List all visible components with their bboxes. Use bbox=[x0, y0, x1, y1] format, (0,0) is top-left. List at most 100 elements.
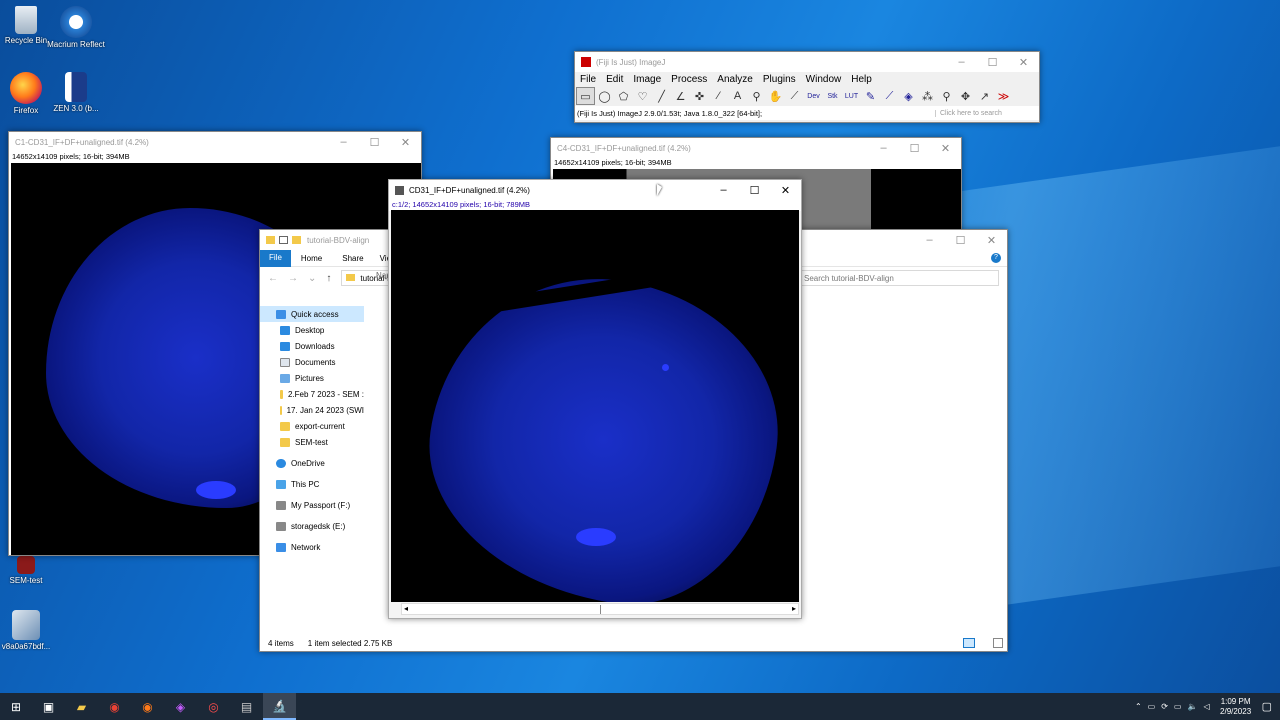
imagej-titlebar[interactable]: (Fiji Is Just) ImageJ – ☐ ✕ bbox=[575, 52, 1039, 72]
stk-tool-icon[interactable]: Stk bbox=[823, 87, 842, 105]
angle-tool-icon[interactable]: ∠ bbox=[671, 87, 690, 105]
scroll-right-icon[interactable]: ▸ bbox=[792, 604, 796, 613]
move-tool-icon[interactable]: ✥ bbox=[956, 87, 975, 105]
main-image-canvas[interactable] bbox=[391, 210, 799, 602]
main-titlebar[interactable]: CD31_IF+DF+unaligned.tif (4.2%) – ☐ ✕ bbox=[389, 180, 801, 200]
c1-titlebar[interactable]: C1-CD31_IF+DF+unaligned.tif (4.2%) – ☐ ✕ bbox=[9, 132, 421, 152]
main-image-window[interactable]: CD31_IF+DF+unaligned.tif (4.2%) – ☐ ✕ c:… bbox=[388, 179, 802, 619]
brush-tool-icon[interactable]: ⟋ bbox=[880, 87, 899, 105]
tray-chevron-icon[interactable]: ⌃ bbox=[1135, 702, 1142, 711]
app-red-icon[interactable]: ◎ bbox=[197, 693, 230, 720]
nav-downloads[interactable]: Downloads bbox=[260, 338, 364, 354]
new-folder-icon[interactable] bbox=[292, 236, 301, 244]
up-arrow-icon[interactable]: ↑ bbox=[326, 273, 331, 284]
nav-folder-export[interactable]: export-current bbox=[260, 418, 364, 434]
freehand-tool-icon[interactable]: ♡ bbox=[633, 87, 652, 105]
macrium-reflect-icon[interactable]: Macrium Reflect bbox=[44, 6, 108, 49]
pencil-tool-icon[interactable]: ✎ bbox=[861, 87, 880, 105]
nav-onedrive[interactable]: OneDrive bbox=[260, 455, 364, 471]
menu-image[interactable]: Image bbox=[628, 74, 666, 85]
minimize-icon[interactable]: – bbox=[328, 136, 359, 148]
nav-folder-sem-test[interactable]: SEM-test bbox=[260, 434, 364, 450]
wand-tool-icon[interactable]: ⁄ bbox=[709, 87, 728, 105]
back-arrow-icon[interactable]: ← bbox=[268, 273, 278, 284]
nav-pictures[interactable]: Pictures bbox=[260, 370, 364, 386]
minimize-icon[interactable]: – bbox=[946, 56, 977, 68]
nav-storagedsk[interactable]: storagedsk (E:) bbox=[260, 518, 364, 534]
menu-file[interactable]: File bbox=[575, 74, 601, 85]
firefox-taskbar-icon[interactable]: ◉ bbox=[131, 693, 164, 720]
ribbon-tab-file[interactable]: File bbox=[260, 249, 291, 267]
dropper-tool-icon[interactable]: ⟋ bbox=[785, 87, 804, 105]
nav-folder-feb7[interactable]: 2.Feb 7 2023 - SEM : bbox=[260, 386, 364, 402]
tray-volume-icon[interactable]: 🔈 bbox=[1187, 702, 1197, 711]
start-button-icon[interactable]: ⊞ bbox=[0, 693, 32, 720]
lut-tool-icon[interactable]: LUT bbox=[842, 87, 861, 105]
task-view-icon[interactable]: ▣ bbox=[32, 693, 65, 720]
menu-analyze[interactable]: Analyze bbox=[712, 74, 758, 85]
maximize-icon[interactable]: ☐ bbox=[359, 136, 390, 149]
nav-folder-jan24[interactable]: 17. Jan 24 2023 (SWI bbox=[260, 402, 364, 418]
spray-tool-icon[interactable]: ⁂ bbox=[918, 87, 937, 105]
help-icon[interactable]: ? bbox=[991, 253, 1001, 263]
menu-help[interactable]: Help bbox=[846, 74, 877, 85]
nav-desktop[interactable]: Desktop bbox=[260, 322, 364, 338]
notification-icon[interactable]: ▢ bbox=[1262, 700, 1272, 713]
more-tools-icon[interactable]: ≫ bbox=[994, 87, 1013, 105]
c4-titlebar[interactable]: C4-CD31_IF+DF+unaligned.tif (4.2%) – ☐ ✕ bbox=[551, 138, 961, 158]
horizontal-scrollbar[interactable]: ◂ ▸ bbox=[401, 603, 799, 615]
polygon-tool-icon[interactable]: ⬠ bbox=[614, 87, 633, 105]
nav-quick-access[interactable]: Quick access bbox=[260, 306, 364, 322]
close-icon[interactable]: ✕ bbox=[976, 234, 1007, 247]
tray-sync-icon[interactable]: ⟳ bbox=[1161, 702, 1168, 711]
minimize-icon[interactable]: – bbox=[868, 142, 899, 154]
line-tool-icon[interactable]: ╱ bbox=[652, 87, 671, 105]
nav-my-passport[interactable]: My Passport (F:) bbox=[260, 497, 364, 513]
menu-process[interactable]: Process bbox=[666, 74, 712, 85]
scroll-thumb[interactable] bbox=[600, 605, 601, 614]
maximize-icon[interactable]: ☐ bbox=[899, 142, 930, 155]
magnifier-tool-icon[interactable]: ⚲ bbox=[747, 87, 766, 105]
minimize-icon[interactable]: – bbox=[914, 234, 945, 246]
oval-tool-icon[interactable]: ◯ bbox=[595, 87, 614, 105]
tray-network-icon[interactable]: ▭ bbox=[1148, 702, 1156, 711]
clock[interactable]: 1:09 PM 2/9/2023 bbox=[1216, 697, 1256, 717]
pick-tool-icon[interactable]: ↗ bbox=[975, 87, 994, 105]
dev-tool-icon[interactable]: Dev bbox=[804, 87, 823, 105]
maximize-icon[interactable]: ☐ bbox=[739, 184, 770, 197]
close-icon[interactable]: ✕ bbox=[770, 184, 801, 197]
nav-documents[interactable]: Documents bbox=[260, 354, 364, 370]
forward-arrow-icon[interactable]: → bbox=[288, 273, 298, 284]
chrome-icon[interactable]: ◉ bbox=[98, 693, 131, 720]
zen-icon[interactable]: ZEN 3.0 (b... bbox=[44, 72, 108, 113]
text-tool-icon[interactable]: A bbox=[728, 87, 747, 105]
fiji-taskbar-icon[interactable]: 🔬 bbox=[263, 693, 296, 720]
scroll-left-icon[interactable]: ◂ bbox=[404, 604, 408, 613]
file-explorer-icon[interactable]: ▰ bbox=[65, 693, 98, 720]
minimize-icon[interactable]: – bbox=[708, 184, 739, 196]
ribbon-tab-home[interactable]: Home bbox=[291, 254, 332, 263]
search-input[interactable]: Search tutorial-BDV-align bbox=[799, 270, 999, 286]
ribbon-tab-share[interactable]: Share bbox=[332, 254, 373, 263]
hand-tool-icon[interactable]: ✋ bbox=[766, 87, 785, 105]
maximize-icon[interactable]: ☐ bbox=[977, 56, 1008, 69]
rectangle-tool-icon[interactable]: ▭ bbox=[576, 87, 595, 105]
recent-chevron-icon[interactable]: ⌄ bbox=[308, 273, 316, 284]
point-tool-icon[interactable]: ✜ bbox=[690, 87, 709, 105]
close-icon[interactable]: ✕ bbox=[390, 136, 421, 149]
app-gray-icon[interactable]: ▤ bbox=[230, 693, 263, 720]
tray-drive-icon[interactable]: ▭ bbox=[1174, 702, 1182, 711]
flood-fill-tool-icon[interactable]: ◈ bbox=[899, 87, 918, 105]
imagej-window[interactable]: (Fiji Is Just) ImageJ – ☐ ✕ File Edit Im… bbox=[574, 51, 1040, 123]
large-icons-view-icon[interactable] bbox=[993, 638, 1003, 648]
tray-speaker-icon[interactable]: ◁ bbox=[1203, 702, 1209, 711]
app-purple-icon[interactable]: ◈ bbox=[164, 693, 197, 720]
nav-network[interactable]: Network bbox=[260, 539, 364, 555]
close-icon[interactable]: ✕ bbox=[930, 142, 961, 155]
nav-this-pc[interactable]: This PC bbox=[260, 476, 364, 492]
maximize-icon[interactable]: ☐ bbox=[945, 234, 976, 247]
details-view-icon[interactable] bbox=[963, 638, 975, 648]
imagej-search-field[interactable]: Click here to search bbox=[935, 109, 1039, 117]
menu-plugins[interactable]: Plugins bbox=[758, 74, 801, 85]
installer-icon[interactable]: v8a0a67bdf... bbox=[0, 610, 58, 651]
